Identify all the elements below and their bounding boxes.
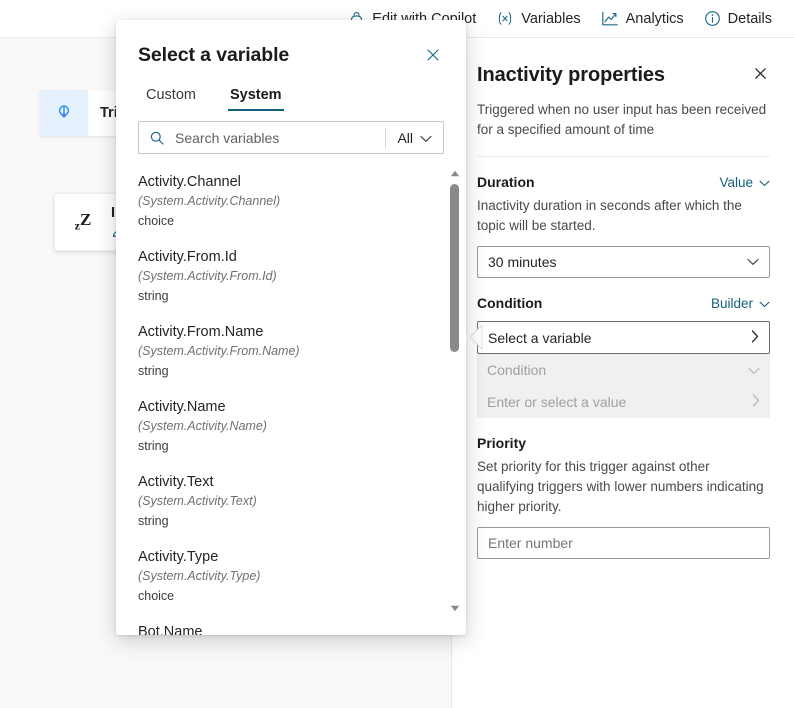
dialog-header: Select a variable — [116, 20, 466, 67]
variable-name: Bot.Name — [138, 624, 203, 635]
variable-list-item[interactable]: Activity.Text (System.Activity.Text) strin… — [116, 466, 448, 541]
caret-down-icon[interactable] — [448, 601, 462, 615]
condition-value-label: Enter or select a value — [487, 394, 627, 410]
search-input[interactable] — [173, 122, 386, 153]
search-icon — [139, 130, 173, 146]
priority-label: Priority — [477, 435, 527, 451]
chevron-down-icon — [420, 130, 432, 146]
condition-value-selector[interactable]: Enter or select a value — [477, 386, 770, 418]
variable-list-item[interactable]: Activity.From.Id (System.Activity.From.Id… — [116, 241, 448, 316]
variable-type: choice — [138, 589, 175, 603]
topbar-item-variables[interactable]: Variables — [486, 0, 590, 38]
scrollbar-thumb[interactable] — [450, 184, 459, 352]
topbar-label-analytics: Analytics — [625, 10, 684, 27]
panel-divider — [477, 156, 770, 157]
properties-panel-title: Inactivity properties — [477, 64, 665, 86]
close-icon[interactable] — [422, 44, 444, 66]
condition-variable-selector[interactable]: Select a variable — [477, 321, 770, 354]
variable-list-wrapper: Activity.Channel (System.Activity.Channel… — [116, 160, 466, 635]
variable-name: Activity.From.Id — [138, 249, 237, 265]
chevron-down-icon — [748, 362, 760, 378]
condition-variable-label: Select a variable — [488, 329, 592, 346]
chevron-right-icon — [751, 329, 759, 346]
topbar-item-analytics[interactable]: Analytics — [591, 0, 694, 38]
variable-path: (System.Activity.Type) — [138, 569, 261, 583]
app-root: Edit with Copilot Variables Analytics De… — [0, 0, 794, 708]
priority-description: Set priority for this trigger against ot… — [477, 459, 764, 514]
select-variable-dialog: Select a variable Custom System All — [116, 20, 466, 635]
details-info-icon — [704, 10, 721, 27]
duration-label: Duration — [477, 174, 535, 190]
priority-input[interactable] — [478, 528, 769, 558]
duration-section: Duration Value Inactivity duration in se… — [477, 174, 770, 278]
analytics-icon — [601, 10, 619, 27]
variable-type: string — [138, 289, 169, 303]
search-variables-bar: All — [138, 121, 444, 154]
variable-name: Activity.Channel — [138, 174, 241, 190]
close-icon[interactable] — [751, 64, 770, 83]
condition-builder-group: Select a variable Condition Enter or sel… — [469, 321, 770, 418]
duration-dropdown[interactable]: 30 minutes — [477, 246, 770, 278]
variable-path: (System.Activity.From.Name) — [138, 344, 300, 358]
dialog-title: Select a variable — [138, 44, 290, 66]
variable-list-item[interactable]: Activity.Type (System.Activity.Type) choic… — [116, 541, 448, 616]
priority-section: Priority Set priority for this trigger a… — [477, 435, 770, 559]
topbar-item-details[interactable]: Details — [694, 0, 782, 38]
variable-path: (System.Activity.From.Id) — [138, 269, 277, 283]
tab-system[interactable]: System — [222, 83, 290, 111]
chevron-down-icon — [747, 258, 759, 266]
sleep-zz-icon: zZ — [74, 210, 92, 233]
chevron-down-icon — [759, 175, 770, 190]
variable-list: Activity.Channel (System.Activity.Channel… — [116, 160, 448, 635]
variable-path: (System.Activity.Name) — [138, 419, 267, 433]
variable-filter-label: All — [397, 129, 413, 146]
variable-list-item[interactable]: Activity.Name (System.Activity.Name) strin… — [116, 391, 448, 466]
inactivity-properties-panel: Inactivity properties Triggered when no … — [453, 38, 794, 708]
properties-panel-body: Duration Value Inactivity duration in se… — [453, 174, 794, 559]
duration-value: 30 minutes — [488, 254, 557, 270]
tab-custom[interactable]: Custom — [138, 83, 204, 111]
variable-list-item[interactable]: Activity.Channel (System.Activity.Channel… — [116, 166, 448, 241]
topbar-label-variables: Variables — [521, 10, 581, 27]
variable-name: Activity.Type — [138, 549, 219, 565]
variable-name: Activity.From.Name — [138, 324, 264, 340]
condition-mode-label: Builder — [710, 295, 753, 311]
variable-list-item[interactable]: Bot.Name(System.Bot.Name) — [116, 616, 448, 635]
duration-mode-label: Value — [719, 174, 753, 190]
properties-panel-description: Triggered when no user input has been re… — [477, 102, 767, 137]
duration-description: Inactivity duration in seconds after whi… — [477, 198, 742, 233]
topbar-label-details: Details — [727, 10, 772, 27]
variable-list-scrollbar[interactable] — [448, 160, 462, 635]
variable-type: string — [138, 514, 169, 528]
variable-list-item[interactable]: Activity.From.Name (System.Activity.From.… — [116, 316, 448, 391]
callout-beak-icon — [468, 323, 484, 351]
variable-type: string — [138, 364, 169, 378]
dialog-tabs: Custom System — [116, 83, 466, 111]
trigger-bolt-icon — [40, 90, 88, 136]
chevron-down-icon — [759, 296, 770, 311]
variable-filter-dropdown[interactable]: All — [386, 130, 443, 146]
condition-section: Condition Builder Select a variable Cond… — [469, 295, 770, 418]
condition-operator-label: Condition — [487, 362, 547, 378]
condition-mode-selector[interactable]: Builder — [711, 296, 770, 311]
caret-up-icon[interactable] — [448, 166, 462, 180]
variable-type: choice — [138, 214, 175, 228]
variable-name: Activity.Text — [138, 474, 214, 490]
variable-path: (System.Activity.Channel) — [138, 194, 281, 208]
priority-input-wrapper[interactable] — [477, 527, 770, 559]
variable-name: Activity.Name — [138, 399, 226, 415]
condition-operator-selector[interactable]: Condition — [477, 354, 770, 386]
condition-label: Condition — [477, 295, 543, 311]
variable-type: string — [138, 439, 169, 453]
chevron-right-icon — [752, 394, 760, 410]
variables-icon — [496, 10, 514, 27]
variable-path: (System.Activity.Text) — [138, 494, 257, 508]
duration-mode-selector[interactable]: Value — [719, 175, 770, 190]
properties-panel-header: Inactivity properties Triggered when no … — [453, 38, 794, 157]
